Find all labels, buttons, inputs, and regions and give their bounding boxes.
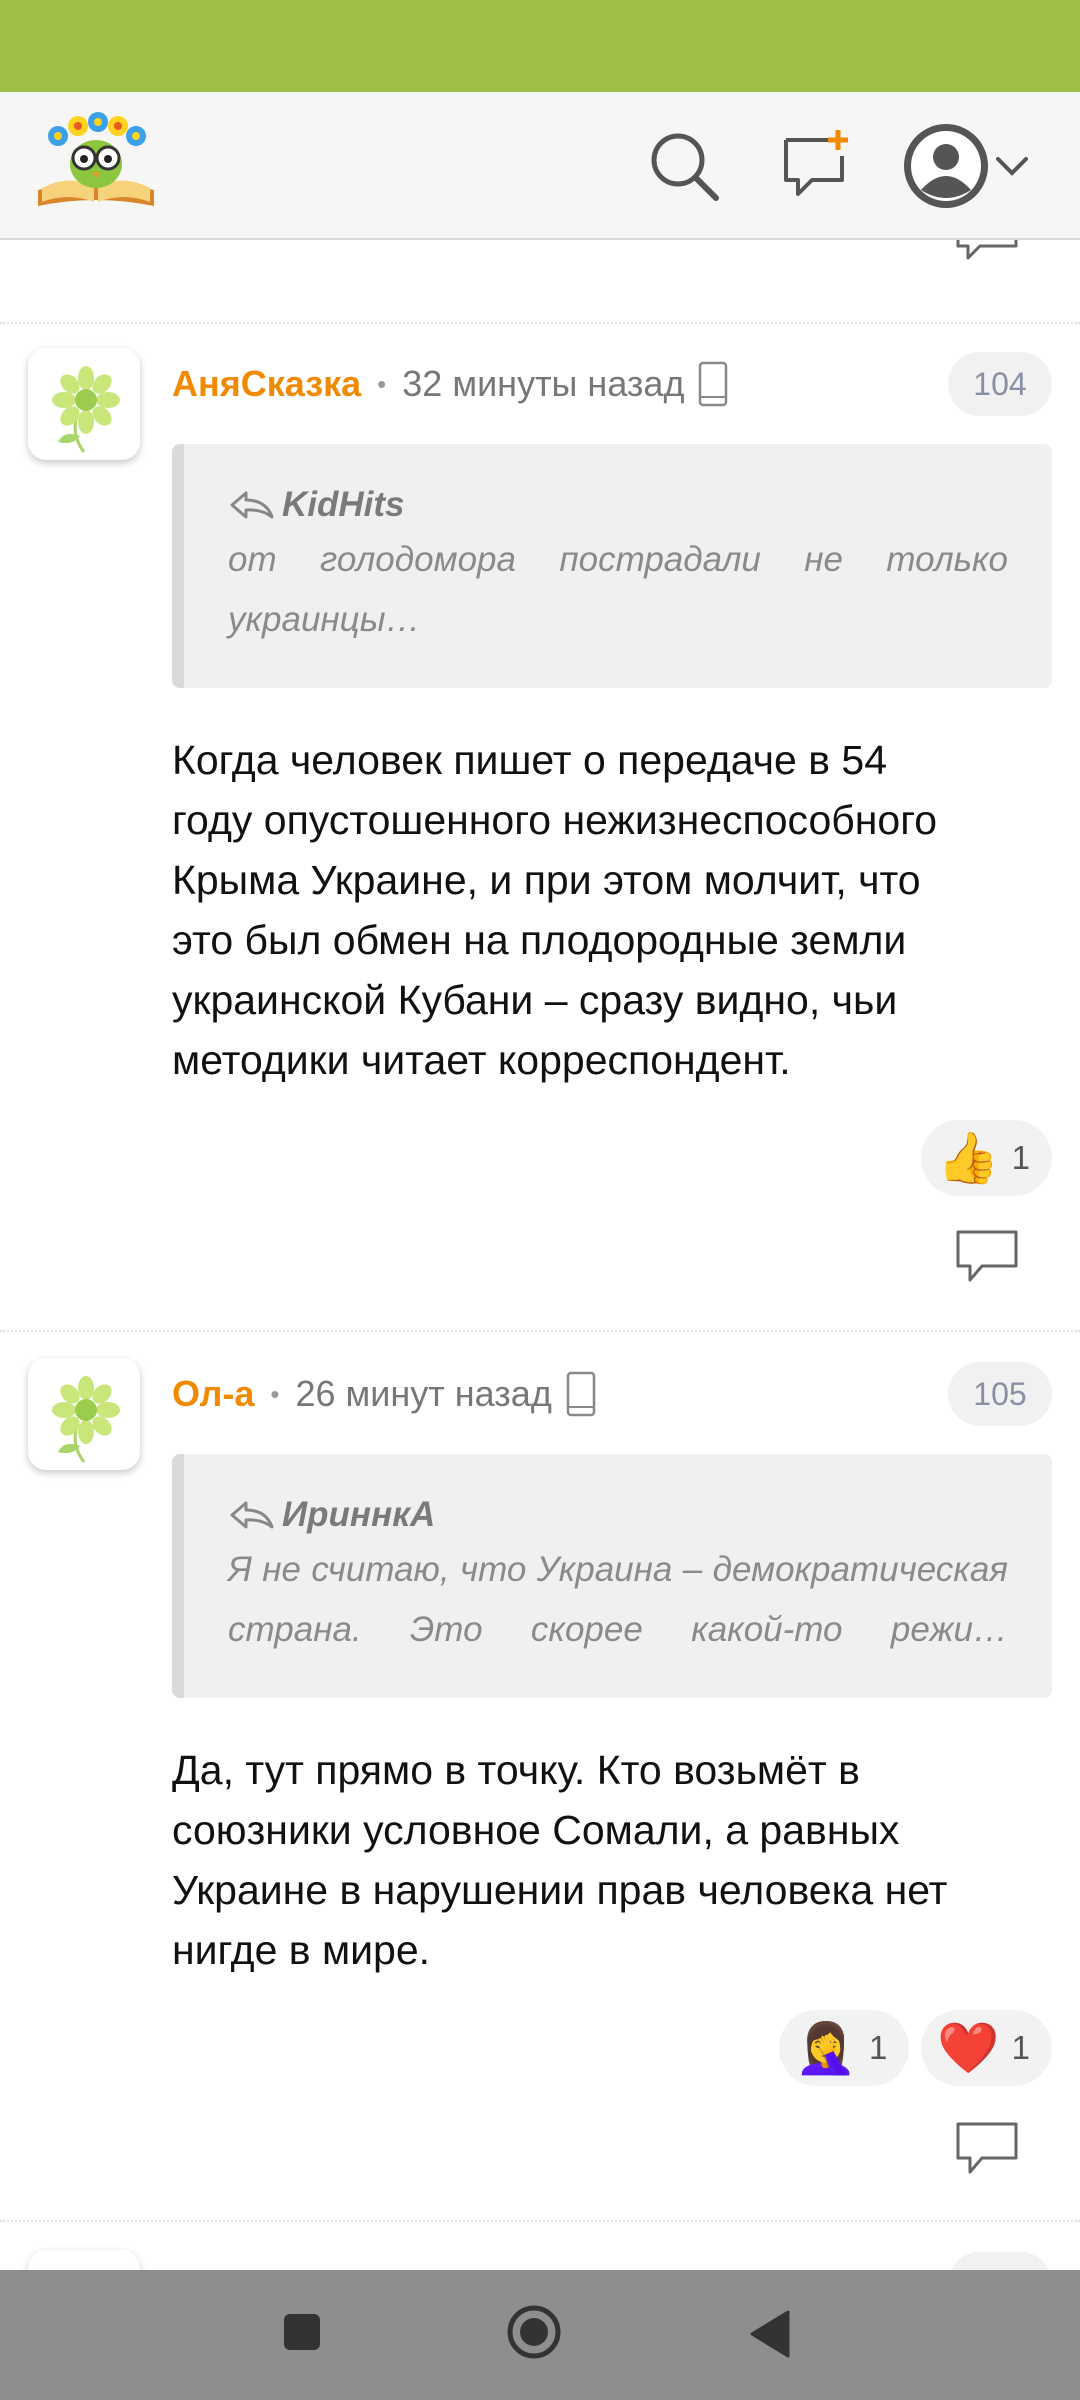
reply-arrow-icon: [230, 1501, 274, 1529]
comment-text-line: Когда человек пишет о передаче в 54: [172, 737, 888, 783]
reply-icon[interactable]: [954, 2120, 1020, 2178]
comment-time: 26 минут назад: [295, 1373, 552, 1414]
comment-number-badge[interactable]: [948, 2252, 1052, 2270]
thumbs-up-icon: 👍: [937, 1130, 1000, 1186]
back-triangle-icon[interactable]: [748, 2310, 792, 2358]
comment-text-line: союзники условное Сомали, а равных: [172, 1807, 900, 1853]
new-post-icon[interactable]: [778, 126, 854, 202]
comment-text-line: году опустошенного нежизнеспособного: [172, 797, 938, 843]
reply-icon[interactable]: [954, 240, 1020, 270]
comment-text-line: Крыма Украине, и при этом молчит, что: [172, 857, 921, 903]
comment-divider: [0, 322, 1080, 324]
system-navigation-bar: [0, 2270, 1080, 2400]
reactions-bar: 👍 1: [921, 1120, 1052, 1196]
comment-text: Когда человек пишет о передаче в 54 году…: [172, 730, 1052, 1090]
status-bar: [0, 0, 1080, 92]
search-icon[interactable]: [646, 128, 722, 204]
comment-text: Да, тут прямо в точку. Кто возьмёт в сою…: [172, 1740, 1052, 1980]
mobile-phone-icon: [699, 361, 728, 407]
comments-feed: АняСказка • 32 минуты назад 104 KidHits …: [0, 240, 1080, 2270]
user-avatar[interactable]: [28, 1358, 140, 1470]
user-avatar[interactable]: [28, 2250, 140, 2270]
comment-text-line: Украине в нарушении прав человека нет: [172, 1867, 948, 1913]
comment-text-line: это был обмен на плодородные земли: [172, 917, 907, 963]
comment-number-badge[interactable]: 104: [948, 352, 1052, 416]
quote-author: KidHits: [282, 485, 405, 524]
recents-square-icon[interactable]: [282, 2312, 322, 2352]
user-avatar[interactable]: [28, 348, 140, 460]
site-logo[interactable]: [32, 106, 160, 218]
comment-meta: Ол-а • 26 минут назад: [172, 1364, 596, 1424]
app-header: [0, 92, 1080, 240]
meta-separator: •: [270, 1378, 280, 1409]
comment-divider: [0, 1330, 1080, 1332]
quote-author: ИриннкА: [282, 1495, 436, 1534]
quote-text: Я не считаю, что Украина – демократическ…: [228, 1550, 1008, 1649]
comment-text-line: методики читает корреспондент.: [172, 1037, 791, 1083]
chevron-down-icon[interactable]: [994, 148, 1030, 184]
heart-reaction[interactable]: ❤️ 1: [921, 2010, 1052, 2086]
comment-meta: АняСказка • 32 минуты назад: [172, 354, 728, 414]
quoted-reply[interactable]: ИриннкА Я не считаю, что Украина – демок…: [172, 1454, 1052, 1698]
quote-text: от голодомора пострадали не только украи…: [228, 540, 1008, 639]
home-circle-icon[interactable]: [506, 2304, 562, 2360]
comment-text-line: нигде в мире.: [172, 1927, 431, 1973]
facepalm-icon: 🤦‍♀️: [794, 2020, 858, 2076]
reply-icon[interactable]: [954, 1228, 1020, 1286]
comment-number-badge[interactable]: 105: [948, 1362, 1052, 1426]
comment-text-line: украинской Кубани – сразу видно, чьи: [172, 977, 898, 1023]
comment-time: 32 минуты назад: [402, 363, 685, 404]
heart-icon: ❤️: [937, 2020, 1000, 2076]
reaction-count: 1: [1011, 2029, 1030, 2066]
reply-arrow-icon: [230, 491, 274, 519]
mobile-phone-icon: [566, 1371, 596, 1417]
meta-separator: •: [377, 368, 387, 399]
comment-author[interactable]: АняСказка: [172, 363, 361, 405]
comment-divider: [0, 2220, 1080, 2222]
comment-text-line: Да, тут прямо в точку. Кто возьмёт в: [172, 1747, 860, 1793]
reaction-count: 1: [869, 2029, 888, 2066]
reaction-count: 1: [1011, 1139, 1030, 1176]
thumbs-up-reaction[interactable]: 👍 1: [921, 1120, 1052, 1196]
account-avatar-icon[interactable]: [900, 120, 992, 212]
quoted-reply[interactable]: KidHits от голодомора пострадали не толь…: [172, 444, 1052, 688]
facepalm-reaction[interactable]: 🤦‍♀️ 1: [778, 2010, 910, 2086]
comment-author[interactable]: Ол-а: [172, 1373, 254, 1415]
reactions-bar: 🤦‍♀️ 1 ❤️ 1: [778, 2010, 1052, 2086]
